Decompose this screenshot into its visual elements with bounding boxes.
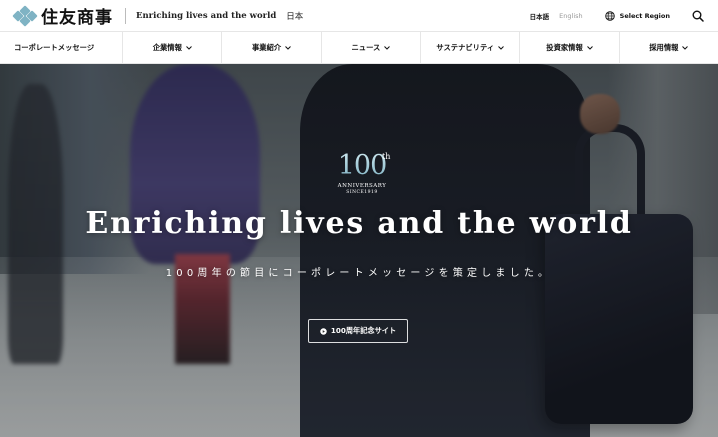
logo-mark-icon — [12, 4, 38, 27]
nav-item-corporate-message[interactable]: コーポレートメッセージ — [0, 32, 122, 63]
chevron-down-icon — [682, 45, 689, 50]
search-icon[interactable] — [692, 10, 704, 22]
hero-headline: Enriching lives and the world — [85, 206, 633, 241]
hero-overlay — [0, 64, 718, 437]
header-divider — [125, 7, 126, 24]
nav-item-label: 企業情報 — [152, 42, 182, 52]
nav-item-news[interactable]: ニュース — [320, 32, 420, 63]
logo-text: 住友商事 — [41, 8, 113, 28]
nav-item-sustainability[interactable]: サステナビリティ — [420, 32, 519, 63]
anniversary-since: SINCE1919 — [346, 190, 378, 195]
header-utilities: 日本語 English Select Region — [530, 0, 718, 31]
anniversary-suffix: th — [382, 152, 391, 161]
nav-item-label: 投資家情報 — [546, 42, 583, 52]
chevron-down-icon — [498, 45, 504, 50]
chevron-down-icon — [285, 45, 292, 50]
nav-item-label: 事業紹介 — [252, 42, 282, 52]
nav-item-label: ニュース — [351, 42, 381, 52]
nav-item-label: 採用情報 — [649, 42, 679, 52]
nav-item-label: コーポレートメッセージ — [14, 42, 95, 52]
select-region-button[interactable]: Select Region — [604, 10, 670, 21]
hero-banner: 100 th ANNIVERSARY SINCE1919 Enriching l… — [0, 64, 718, 437]
anniversary-emblem: 100 th ANNIVERSARY SINCE1919 — [328, 152, 396, 196]
play-circle-icon — [320, 327, 327, 335]
anniversary-site-button[interactable]: 100周年記念サイト — [308, 319, 408, 343]
header-tagline: Enriching lives and the world — [136, 10, 277, 21]
nav-item-business[interactable]: 事業紹介 — [221, 32, 320, 63]
globe-icon — [604, 10, 615, 21]
chevron-down-icon — [186, 45, 192, 50]
nav-item-careers[interactable]: 採用情報 — [618, 32, 718, 63]
nav-item-company[interactable]: 企業情報 — [122, 32, 221, 63]
site-header: 住友商事 Enriching lives and the world 日本 日本… — [0, 0, 718, 31]
anniversary-label: ANNIVERSARY — [337, 183, 387, 189]
anniversary-site-button-label: 100周年記念サイト — [330, 326, 397, 335]
header-country: 日本 — [286, 11, 304, 22]
hero-subheadline: 100周年の節目にコーポレートメッセージを策定しました。 — [165, 268, 553, 279]
nav-item-investors[interactable]: 投資家情報 — [519, 32, 618, 63]
select-region-label: Select Region — [619, 11, 670, 20]
chevron-down-icon — [586, 45, 593, 50]
language-japanese-link[interactable]: 日本語 — [530, 11, 550, 21]
main-navigation: コーポレートメッセージ 企業情報 事業紹介 ニュース サステナビリティ 投資家情… — [0, 31, 718, 64]
language-english-link[interactable]: English — [559, 12, 582, 20]
nav-item-label: サステナビリティ — [436, 42, 495, 52]
chevron-down-icon — [384, 45, 391, 50]
company-logo[interactable]: 住友商事 — [12, 3, 113, 28]
